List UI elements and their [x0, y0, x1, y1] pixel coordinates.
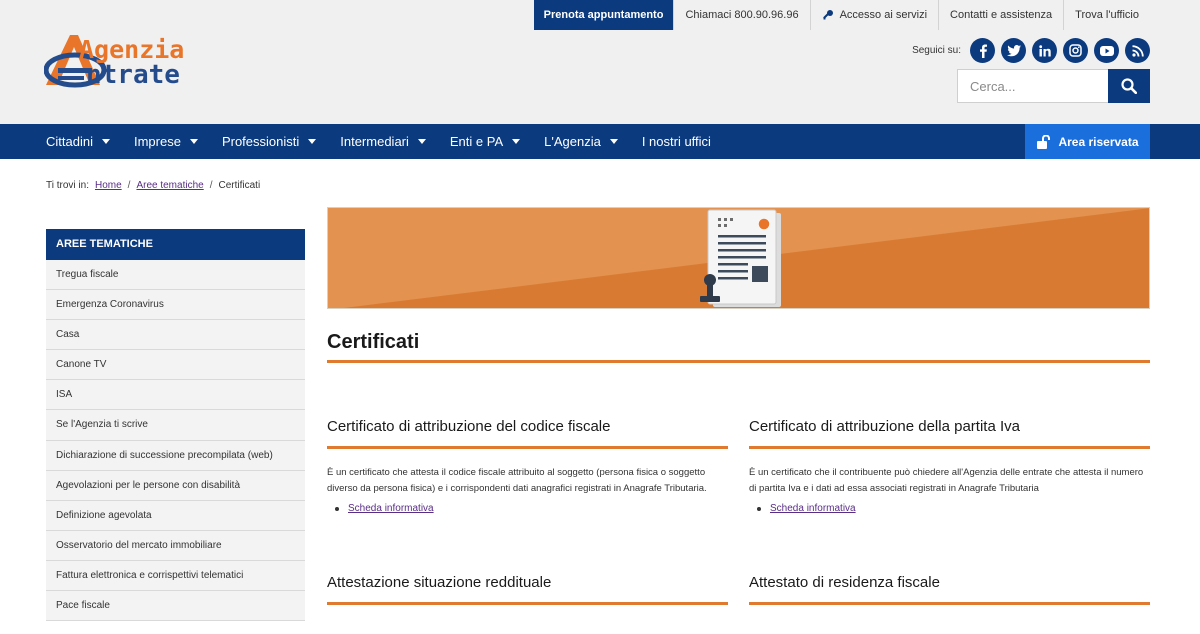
social-label: Seguici su: — [912, 45, 961, 56]
instagram-icon[interactable] — [1063, 38, 1088, 63]
nav-label: Cittadini — [46, 134, 93, 149]
card-divider — [749, 602, 1150, 605]
nav-item-imprese[interactable]: Imprese — [134, 124, 198, 159]
nav-item-cittadini[interactable]: Cittadini — [46, 124, 110, 159]
sidebar-item-isa[interactable]: ISA — [46, 380, 305, 411]
sidebar-item-dichiarazione-successione[interactable]: Dichiarazione di successione precompilat… — [46, 440, 305, 471]
bullet-icon — [335, 506, 339, 511]
caret-down-icon — [417, 139, 426, 144]
nav-label: Intermediari — [340, 134, 409, 149]
caret-down-icon — [189, 139, 198, 144]
card-description: È un certificato che attesta il codice f… — [327, 467, 707, 494]
card-divider — [327, 602, 728, 605]
sidebar-item-casa[interactable]: Casa — [46, 320, 305, 351]
sidebar-item-fattura-elettronica[interactable]: Fattura elettronica e corrispettivi tele… — [46, 560, 305, 592]
key-icon — [822, 10, 833, 20]
card-title[interactable]: Attestazione situazione reddituale — [327, 574, 728, 596]
sidebar-title: AREE TEMATICHE — [46, 229, 305, 260]
caret-down-icon — [512, 139, 521, 144]
card-situazione-reddituale: Attestazione situazione reddituale — [327, 574, 728, 605]
scheda-informativa-link[interactable]: Scheda informativa — [335, 503, 728, 514]
accesso-servizi-label: Accesso ai servizi — [839, 9, 928, 21]
title-divider — [327, 360, 1150, 363]
certificate-illustration-icon — [328, 208, 1149, 308]
sidebar-item-definizione-agevolata[interactable]: Definizione agevolata — [46, 500, 305, 531]
nav-label: Enti e PA — [449, 134, 504, 149]
card-title[interactable]: Attestato di residenza fiscale — [749, 574, 1150, 596]
sidebar-aree-tematiche: AREE TEMATICHE Tregua fiscale Emergenza … — [46, 229, 305, 622]
sidebar-item-osservatorio-immobiliare[interactable]: Osservatorio del mercato immobiliare — [46, 530, 305, 561]
agenzia-entrate-logo[interactable]: Agenzia ntrate — [44, 29, 244, 91]
card-title[interactable]: Certificato di attribuzione del codice f… — [327, 418, 728, 440]
link-label: Scheda informativa — [348, 503, 434, 514]
area-riservata-label: Area riservata — [1058, 134, 1139, 149]
nav-item-enti-pa[interactable]: Enti e PA — [449, 124, 521, 159]
accesso-servizi-link[interactable]: Accesso ai servizi — [809, 0, 938, 30]
card-divider — [749, 446, 1150, 449]
area-riservata-button[interactable]: Area riservata — [1025, 124, 1150, 159]
card-description: È un certificato che il contribuente può… — [749, 467, 1144, 494]
prenota-appuntamento-link[interactable]: Prenota appuntamento — [533, 0, 674, 30]
card-title[interactable]: Certificato di attribuzione della partit… — [749, 418, 1150, 440]
breadcrumb-current: Certificati — [218, 180, 261, 191]
search-button[interactable] — [1108, 69, 1150, 103]
card-codice-fiscale: Certificato di attribuzione del codice f… — [327, 418, 728, 514]
sidebar-item-canone-tv[interactable]: Canone TV — [46, 350, 305, 381]
youtube-icon[interactable] — [1094, 38, 1119, 63]
main-navigation: Cittadini Imprese Professionisti Interme… — [0, 124, 1200, 159]
bullet-icon — [757, 506, 761, 511]
breadcrumb-separator: / — [127, 180, 131, 191]
nav-label: Imprese — [133, 134, 181, 149]
top-utility-nav: Prenota appuntamento Chiamaci 800.90.96.… — [533, 0, 1150, 30]
unlock-icon — [1037, 134, 1051, 149]
breadcrumb-home-link[interactable]: Home — [95, 180, 122, 191]
card-residenza-fiscale: Attestato di residenza fiscale — [749, 574, 1150, 605]
sidebar-item-pace-fiscale[interactable]: Pace fiscale — [46, 591, 305, 622]
sidebar-item-tregua-fiscale[interactable]: Tregua fiscale — [46, 260, 305, 291]
nav-label: Professionisti — [221, 134, 300, 149]
scheda-informativa-link[interactable]: Scheda informativa — [757, 503, 1150, 514]
nav-item-nostri-uffici[interactable]: I nostri uffici — [642, 124, 711, 159]
sidebar-item-agevolazioni-disabilita[interactable]: Agevolazioni per le persone con disabili… — [46, 470, 305, 501]
site-header: Agenzia ntrate Prenota appuntamento Chia… — [0, 0, 1200, 124]
card-divider — [327, 446, 728, 449]
phone-link[interactable]: Chiamaci 800.90.96.96 — [673, 0, 809, 30]
link-label: Scheda informativa — [770, 503, 856, 514]
page-title: Certificati — [327, 331, 420, 353]
trova-ufficio-link[interactable]: Trova l'ufficio — [1063, 0, 1150, 30]
rss-icon[interactable] — [1125, 38, 1150, 63]
card-partita-iva: Certificato di attribuzione della partit… — [749, 418, 1150, 514]
certificati-banner — [327, 207, 1150, 309]
facebook-icon[interactable] — [970, 38, 995, 63]
twitter-icon[interactable] — [1001, 38, 1026, 63]
contatti-assistenza-link[interactable]: Contatti e assistenza — [938, 0, 1063, 30]
caret-down-icon — [101, 139, 110, 144]
search-input[interactable] — [957, 69, 1108, 103]
nav-item-intermediari[interactable]: Intermediari — [340, 124, 426, 159]
search-bar — [957, 69, 1150, 103]
caret-down-icon — [308, 139, 317, 144]
social-links: Seguici su: — [912, 38, 1150, 63]
breadcrumb-aree-tematiche-link[interactable]: Aree tematiche — [136, 180, 203, 191]
breadcrumb: Ti trovi in: Home / Aree tematiche / Cer… — [46, 180, 260, 191]
nav-label: I nostri uffici — [641, 134, 711, 149]
breadcrumb-separator: / — [209, 180, 213, 191]
search-icon — [1121, 78, 1137, 94]
caret-down-icon — [609, 139, 618, 144]
logo-text-entrate: ntrate — [86, 60, 180, 90]
nav-item-professionisti[interactable]: Professionisti — [221, 124, 317, 159]
nav-item-agenzia[interactable]: L'Agenzia — [544, 124, 618, 159]
linkedin-icon[interactable] — [1032, 38, 1057, 63]
nav-label: L'Agenzia — [544, 134, 601, 149]
breadcrumb-prefix: Ti trovi in: — [46, 180, 89, 191]
sidebar-item-emergenza-coronavirus[interactable]: Emergenza Coronavirus — [46, 290, 305, 321]
sidebar-item-se-agenzia-ti-scrive[interactable]: Se l'Agenzia ti scrive — [46, 410, 305, 441]
